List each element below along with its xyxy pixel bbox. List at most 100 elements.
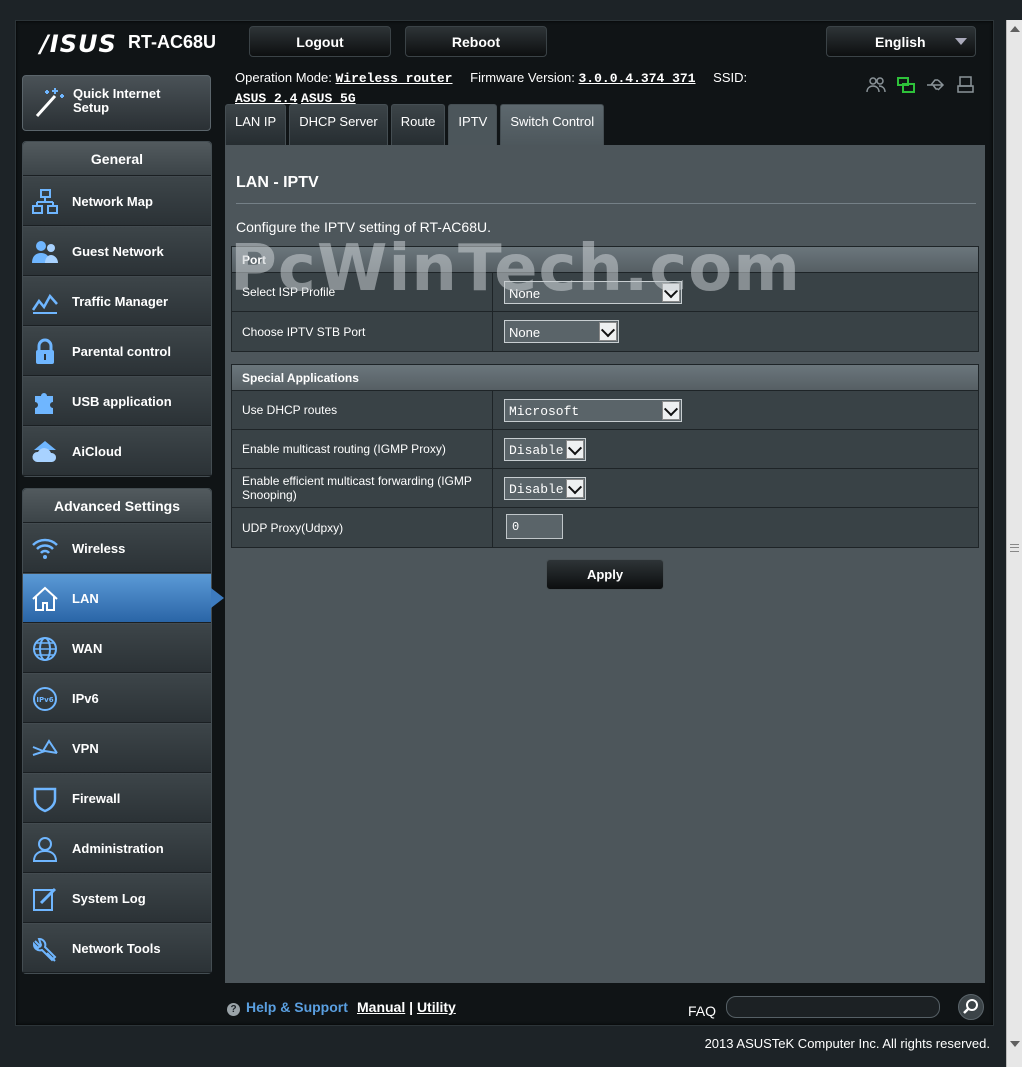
igmp-proxy-label: Enable multicast routing (IGMP Proxy) [232, 430, 493, 468]
general-menu-title: General [23, 142, 211, 176]
menu-item-usb-application[interactable]: USB application [23, 376, 211, 426]
chevron-down-icon [662, 283, 680, 302]
home-icon [31, 585, 59, 613]
menu-item-parental-control[interactable]: Parental control [23, 326, 211, 376]
menu-item-system-log[interactable]: System Log [23, 873, 211, 923]
lan-tabs: LAN IP DHCP Server Route IPTV Switch Con… [225, 104, 605, 146]
special-applications-section: Special Applications Use DHCP routes Mic… [231, 364, 979, 548]
igmp-snooping-select[interactable]: Disable [504, 477, 586, 500]
manual-link[interactable]: Manual [357, 999, 405, 1015]
dhcp-routes-select[interactable]: Microsoft [504, 399, 682, 422]
admin-icon [31, 835, 59, 863]
network-icon[interactable] [896, 76, 916, 94]
ipv6-icon: IPv6 [31, 685, 59, 713]
faq-search-input[interactable] [726, 996, 940, 1018]
scroll-up-icon[interactable] [1010, 26, 1020, 32]
content-panel: LAN - IPTV Configure the IPTV setting of… [225, 145, 985, 983]
isp-profile-select[interactable]: None [504, 281, 682, 304]
faq-label: FAQ [688, 1003, 717, 1019]
chevron-down-icon [955, 38, 967, 45]
quick-internet-setup-button[interactable]: Quick Internet Setup [22, 75, 211, 131]
usb-icon[interactable] [926, 76, 946, 94]
lock-icon [31, 338, 59, 366]
stb-port-label: Choose IPTV STB Port [232, 312, 493, 351]
chevron-down-icon [566, 440, 584, 459]
igmp-snooping-label: Enable efficient multicast forwarding (I… [232, 469, 493, 507]
question-icon: ? [227, 1003, 240, 1016]
menu-item-administration[interactable]: Administration [23, 823, 211, 873]
dhcp-routes-row: Use DHCP routes Microsoft [232, 391, 978, 430]
menu-item-aicloud[interactable]: AiCloud [23, 426, 211, 476]
isp-profile-label: Select ISP Profile [232, 273, 493, 311]
firmware-link[interactable]: 3.0.0.4.374_371 [579, 71, 696, 86]
udpxy-label: UDP Proxy(Udpxy) [232, 508, 493, 547]
general-menu: General Network Map Guest Network Traffi… [22, 141, 212, 477]
puzzle-icon [31, 388, 59, 416]
menu-item-vpn[interactable]: VPN [23, 723, 211, 773]
cloud-icon [31, 438, 59, 466]
tab-iptv[interactable]: IPTV [448, 104, 498, 146]
isp-profile-row: Select ISP Profile None [232, 273, 978, 312]
menu-item-guest-network[interactable]: Guest Network [23, 226, 211, 276]
footer-links: Manual | Utility [357, 999, 456, 1015]
apply-button[interactable]: Apply [546, 559, 664, 590]
reboot-button[interactable]: Reboot [405, 26, 547, 57]
tab-route[interactable]: Route [390, 104, 446, 145]
logout-button[interactable]: Logout [249, 26, 391, 57]
wifi-icon [31, 535, 59, 563]
menu-item-ipv6[interactable]: IPv6 IPv6 [23, 673, 211, 723]
svg-text:IPv6: IPv6 [36, 696, 53, 704]
mode-label: Operation Mode: [235, 70, 332, 85]
help-support-link[interactable]: ? Help & Support [227, 999, 348, 1016]
asus-logo: /ISUS [40, 30, 117, 58]
stb-port-row: Choose IPTV STB Port None [232, 312, 978, 351]
port-section: Port Select ISP Profile None Choose IPTV… [231, 246, 979, 352]
scroll-down-icon[interactable] [1010, 1041, 1020, 1047]
vertical-scrollbar[interactable] [1006, 20, 1022, 1067]
menu-item-traffic-manager[interactable]: Traffic Manager [23, 276, 211, 326]
clients-icon[interactable] [866, 76, 886, 94]
igmp-proxy-row: Enable multicast routing (IGMP Proxy) Di… [232, 430, 978, 469]
chevron-down-icon [662, 401, 680, 420]
guest-network-icon [31, 238, 59, 266]
title-divider [236, 203, 976, 204]
model-name: RT-AC68U [128, 32, 217, 52]
tab-switch-control[interactable]: Switch Control [500, 104, 605, 145]
advanced-menu: Advanced Settings Wireless LAN WAN IPv6 … [22, 488, 224, 974]
menu-item-lan[interactable]: LAN [23, 573, 224, 623]
footer-separator: | [409, 999, 414, 1015]
globe-icon [31, 635, 59, 663]
menu-item-wan[interactable]: WAN [23, 623, 211, 673]
mode-link[interactable]: Wireless router [335, 71, 452, 86]
stb-port-select[interactable]: None [504, 320, 619, 343]
menu-item-wireless[interactable]: Wireless [23, 523, 211, 573]
udpxy-input[interactable]: 0 [506, 514, 563, 539]
search-button[interactable] [958, 994, 984, 1020]
tab-dhcp-server[interactable]: DHCP Server [289, 104, 388, 145]
igmp-proxy-select[interactable]: Disable [504, 438, 586, 461]
language-select[interactable]: English [826, 26, 976, 57]
quick-setup-label: Quick Internet Setup [73, 86, 161, 115]
printer-icon[interactable] [956, 76, 976, 94]
utility-link[interactable]: Utility [417, 999, 456, 1015]
page-description: Configure the IPTV setting of RT-AC68U. [236, 219, 491, 235]
menu-item-firewall[interactable]: Firewall [23, 773, 211, 823]
page-title: LAN - IPTV [236, 174, 319, 191]
menu-item-network-tools[interactable]: Network Tools [23, 923, 211, 973]
network-map-icon [31, 188, 59, 216]
vpn-icon [31, 735, 59, 763]
special-applications-header: Special Applications [232, 365, 978, 391]
status-icons [866, 76, 976, 94]
magic-wand-icon [33, 84, 69, 120]
chevron-down-icon [566, 479, 584, 498]
dhcp-routes-label: Use DHCP routes [232, 391, 493, 429]
igmp-snooping-row: Enable efficient multicast forwarding (I… [232, 469, 978, 508]
advanced-menu-title: Advanced Settings [23, 489, 211, 523]
tab-lan-ip[interactable]: LAN IP [225, 104, 287, 145]
scroll-grip[interactable] [1010, 544, 1019, 552]
tools-icon [31, 935, 59, 963]
search-icon [963, 999, 978, 1014]
menu-item-network-map[interactable]: Network Map [23, 176, 211, 226]
system-log-icon [31, 885, 59, 913]
chevron-down-icon [599, 322, 617, 341]
